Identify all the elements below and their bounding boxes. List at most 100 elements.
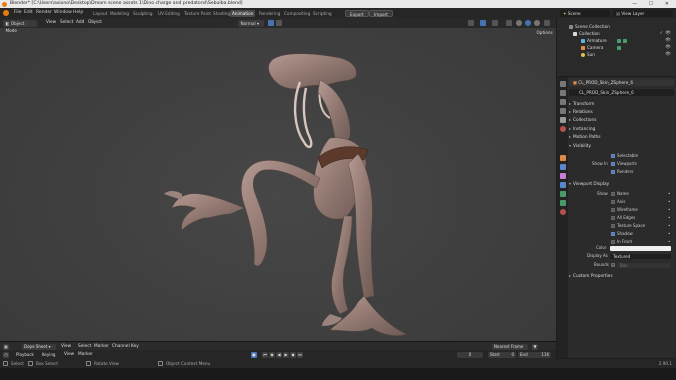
xray-icon[interactable]	[506, 20, 512, 26]
keying-menu[interactable]: Keying ▾	[40, 352, 60, 363]
armature-visibility-icon[interactable]: 👁	[665, 37, 673, 44]
render-tab-icon[interactable]	[559, 90, 566, 96]
proportional-edit-icon[interactable]	[276, 20, 282, 26]
tab-layout[interactable]: Layout	[91, 10, 109, 17]
object-tab-icon[interactable]	[559, 155, 566, 161]
timeline-editor-icon[interactable]: ◷	[3, 351, 9, 358]
mode-selector[interactable]: ◧ Object Mode	[3, 19, 37, 33]
view-layer-selector[interactable]: ▤ View Layer	[613, 9, 673, 17]
tab-rendering[interactable]: Rendering	[257, 10, 282, 17]
in-front-keyframe-dot-icon[interactable]: •	[668, 239, 670, 245]
jump-end-icon[interactable]: ⏭	[297, 351, 303, 358]
viewport-menu-view[interactable]: View	[46, 18, 56, 28]
tab-scripting[interactable]: Scripting	[311, 10, 334, 17]
menu-render[interactable]: Render	[36, 8, 52, 18]
tab-modeling[interactable]: Modeling	[108, 10, 131, 17]
axis-checkbox[interactable]	[611, 200, 615, 204]
object-name-field[interactable]: CL_PROD_Skin_ZSphere_6	[569, 89, 674, 96]
tab-sculpting[interactable]: Sculpting	[131, 10, 155, 17]
section-viewport-display[interactable]: Viewport Display	[569, 180, 676, 187]
all-edges-checkbox[interactable]	[611, 216, 615, 220]
wireframe-checkbox[interactable]	[611, 208, 615, 212]
bounds-checkbox[interactable]	[611, 263, 615, 267]
axis-keyframe-dot-icon[interactable]: •	[668, 199, 670, 205]
tab-texture-paint[interactable]: Texture Paint	[182, 10, 213, 17]
import-button[interactable]: Import	[369, 9, 393, 17]
viewports-checkbox[interactable]	[611, 162, 615, 166]
color-swatch[interactable]	[610, 246, 671, 251]
dopesheet-mode-dropdown[interactable]: Dope Sheet ▾	[22, 343, 56, 350]
outliner-row-scene-collection[interactable]: Scene Collection	[557, 23, 676, 30]
camera-visibility-icon[interactable]: 👁	[665, 44, 673, 51]
jump-start-icon[interactable]: ⏮	[262, 351, 268, 358]
particles-tab-icon[interactable]	[559, 173, 566, 179]
end-frame-field[interactable]: End 116	[518, 351, 551, 358]
shading-options-icon[interactable]	[544, 20, 550, 26]
outliner-row-armature[interactable]: Armature 👁	[557, 37, 676, 44]
tool-tab-icon[interactable]	[559, 81, 566, 87]
all-edges-keyframe-dot-icon[interactable]: •	[668, 215, 670, 221]
outliner-row-sun[interactable]: Sun 👁	[557, 51, 676, 58]
in-front-checkbox[interactable]	[611, 240, 615, 244]
scene-tab-icon[interactable]	[559, 117, 566, 123]
viewport-menu-select[interactable]: Select	[60, 18, 73, 28]
collection-visibility-icons[interactable]: ✓👁	[660, 30, 673, 37]
outliner-row-camera[interactable]: Camera 👁	[557, 44, 676, 51]
world-tab-icon[interactable]	[559, 126, 566, 132]
filter-icon[interactable]: ▼	[532, 343, 538, 350]
playback-menu[interactable]: Playback ▾	[14, 352, 38, 363]
texture-space-checkbox[interactable]	[611, 224, 615, 228]
start-frame-field[interactable]: Start 0	[488, 351, 516, 358]
display-as-dropdown[interactable]: Textured	[610, 254, 671, 259]
editor-type-icon[interactable]: ▦	[3, 343, 9, 350]
snap-mode-dropdown[interactable]: Nearest Frame ▾	[492, 343, 528, 355]
viewport-menu-object[interactable]: Object	[88, 18, 102, 28]
output-tab-icon[interactable]	[559, 99, 566, 105]
data-tab-icon[interactable]	[559, 200, 566, 206]
play-reverse-icon[interactable]: ◀	[276, 351, 282, 358]
3d-viewport[interactable]	[0, 18, 556, 344]
section-collections[interactable]: Collections	[569, 116, 676, 123]
shadow-keyframe-dot-icon[interactable]: •	[668, 231, 670, 237]
wireframe-keyframe-dot-icon[interactable]: •	[668, 207, 670, 213]
options-dropdown[interactable]: Options	[534, 29, 554, 36]
material-tab-icon[interactable]	[559, 209, 566, 215]
tab-compositing[interactable]: Compositing	[282, 10, 312, 17]
snap-icon[interactable]	[268, 20, 274, 26]
export-button[interactable]: Export	[345, 9, 369, 17]
selectable-checkbox[interactable]	[611, 154, 615, 158]
material-shading-icon[interactable]	[525, 20, 531, 26]
constraints-tab-icon[interactable]	[559, 191, 566, 197]
visibility-icon[interactable]	[468, 20, 474, 26]
tab-shading[interactable]: Shading	[211, 10, 232, 17]
section-transform[interactable]: Transform	[569, 100, 676, 107]
current-frame-field[interactable]: 0	[457, 351, 483, 358]
play-icon[interactable]: ▶	[283, 351, 289, 358]
rendered-shading-icon[interactable]	[534, 20, 540, 26]
prev-keyframe-icon[interactable]: ◆	[269, 351, 275, 358]
scene-selector[interactable]: ✦ Scene	[560, 9, 610, 17]
next-keyframe-icon[interactable]: ◆	[290, 351, 296, 358]
menu-help[interactable]: Help	[73, 8, 83, 18]
view-layer-tab-icon[interactable]	[559, 108, 566, 114]
sun-visibility-icon[interactable]: 👁	[665, 51, 673, 58]
modifier-tab-icon[interactable]	[559, 164, 566, 170]
menu-edit[interactable]: Edit	[24, 8, 33, 18]
gizmo-icon[interactable]	[480, 20, 486, 26]
window-controls[interactable]: — ☐ ✕	[632, 0, 674, 8]
transform-orientation[interactable]: Normal ▾	[238, 19, 264, 27]
outliner-row-collection[interactable]: Collection ✓👁	[557, 30, 676, 37]
timeline-menu-marker[interactable]: Marker	[78, 350, 93, 359]
viewport-menu-add[interactable]: Add	[76, 18, 84, 28]
name-checkbox[interactable]	[611, 192, 615, 196]
bounds-dropdown[interactable]: Box	[617, 263, 671, 268]
solid-shading-icon[interactable]	[516, 20, 522, 26]
menu-file[interactable]: File	[14, 8, 22, 18]
texture-space-keyframe-dot-icon[interactable]: •	[668, 223, 670, 229]
section-custom-properties[interactable]: Custom Properties	[569, 272, 676, 279]
menu-window[interactable]: Window	[54, 8, 72, 18]
record-button-icon[interactable]: ●	[251, 351, 257, 358]
renders-checkbox[interactable]	[611, 170, 615, 174]
shadow-checkbox[interactable]	[611, 232, 615, 236]
physics-tab-icon[interactable]	[559, 182, 566, 188]
